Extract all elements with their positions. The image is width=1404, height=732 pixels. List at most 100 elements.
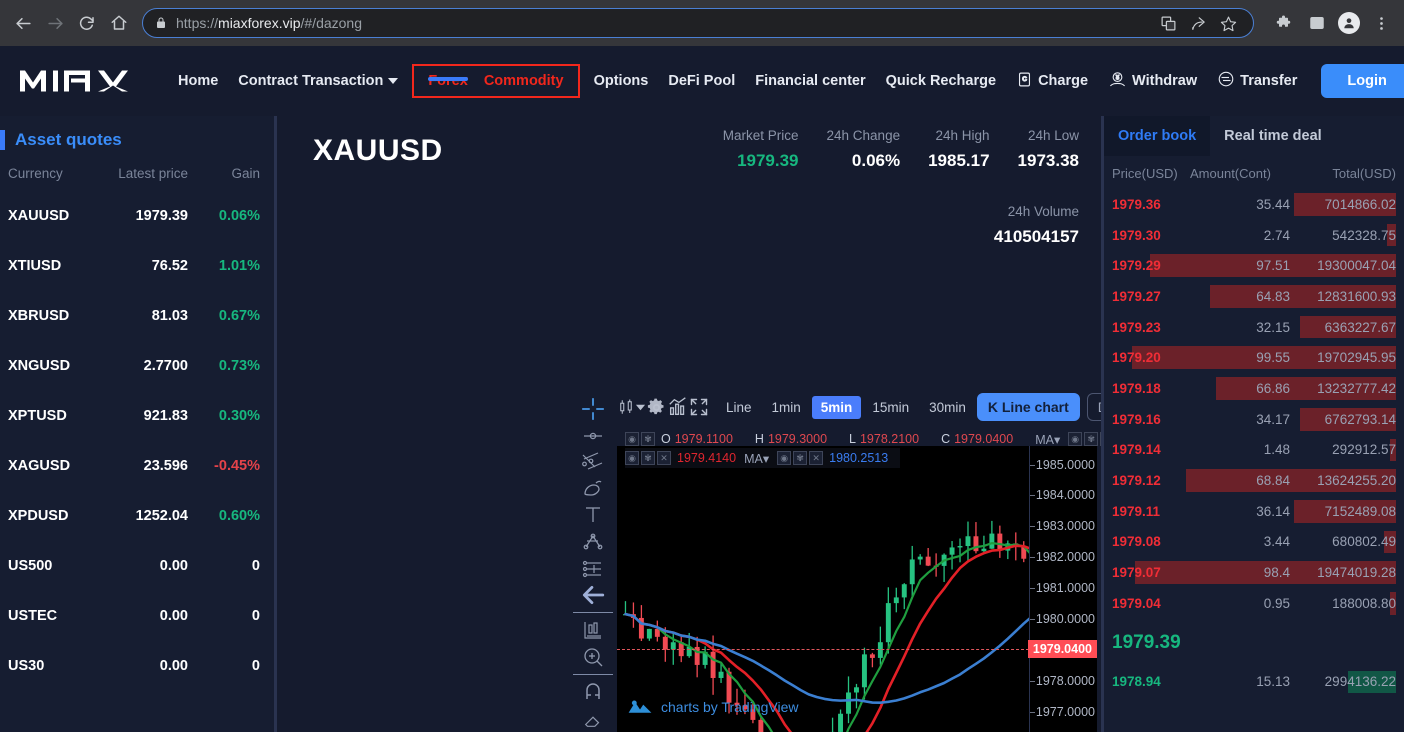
share-icon[interactable] (1185, 10, 1211, 36)
stat-24h-high: 24h High 1985.17 (914, 128, 1003, 171)
home-button[interactable] (104, 8, 134, 38)
nav-item-withdraw[interactable]: ¥ Withdraw (1098, 46, 1207, 116)
quote-row[interactable]: USTEC 0.00 0 (0, 591, 274, 641)
ask-row[interactable]: 1979.20 99.55 19702945.95 (1104, 342, 1404, 373)
k-line-chart-button[interactable]: K Line chart (976, 393, 1080, 421)
magnet-icon[interactable] (571, 679, 615, 706)
legend-settings-icon[interactable]: ✾ (641, 451, 655, 465)
forward-button[interactable] (40, 8, 70, 38)
column-header-latest-price: Latest price (118, 166, 188, 181)
candlestick-style-icon[interactable] (617, 392, 635, 422)
legend-visibility-icon[interactable]: ◉ (1068, 432, 1083, 446)
column-header-total: Total(USD) (1332, 166, 1396, 181)
ask-row[interactable]: 1979.27 64.83 12831600.93 (1104, 281, 1404, 312)
timeframe-line[interactable]: Line (717, 396, 761, 419)
legend-close-icon[interactable]: ✕ (809, 451, 824, 465)
reload-button[interactable] (72, 8, 102, 38)
ask-row[interactable]: 1979.04 0.95 188008.80 (1104, 588, 1404, 619)
timeframe-15min[interactable]: 15min (863, 396, 918, 419)
nav-item-financial-center[interactable]: Financial center (745, 46, 875, 116)
trendline-icon[interactable] (571, 423, 615, 450)
quote-row[interactable]: XTIUSD 76.52 1.01% (0, 241, 274, 291)
chevron-down-icon (388, 78, 399, 84)
star-icon[interactable] (1215, 10, 1241, 36)
stat-label: Market Price (722, 128, 799, 143)
ask-row[interactable]: 1979.23 32.15 6363227.67 (1104, 312, 1404, 343)
legend-visibility-icon[interactable]: ◉ (777, 451, 792, 465)
ohlc-key: L (849, 432, 856, 446)
long-position-icon[interactable] (571, 555, 615, 582)
nav-item-transfer[interactable]: Transfer (1207, 46, 1307, 116)
ma-dropdown-1[interactable]: MA▾ (1035, 432, 1060, 447)
profile-avatar-icon[interactable] (1334, 8, 1364, 38)
login-button[interactable]: Login (1321, 64, 1404, 98)
ask-row[interactable]: 1979.18 66.86 13232777.42 (1104, 373, 1404, 404)
depth-chart-button[interactable]: Depth chart (1086, 393, 1101, 421)
quote-row[interactable]: US500 0.00 0 (0, 541, 274, 591)
arrow-left-icon[interactable] (571, 582, 615, 609)
ask-row[interactable]: 1979.14 1.48 292912.57 (1104, 435, 1404, 466)
timeframe-30min[interactable]: 30min (920, 396, 975, 419)
quote-row[interactable]: XAUUSD 1979.39 0.06% (0, 191, 274, 241)
indicators-chart-icon[interactable] (667, 392, 689, 422)
candlestick-chart[interactable]: 1985.0000 1984.0000 1983.0000 1982.0000 1981… (617, 446, 1097, 732)
translate-icon[interactable] (1155, 10, 1181, 36)
axis-tick: 1977.0000 (1029, 704, 1095, 719)
ask-row[interactable]: 1979.29 97.51 19300047.04 (1104, 250, 1404, 281)
zoom-in-icon[interactable] (571, 644, 615, 671)
legend-close-icon[interactable]: ✕ (657, 451, 671, 465)
puzzle-icon[interactable] (1270, 8, 1300, 38)
quote-row[interactable]: XPTUSD 921.83 0.30% (0, 391, 274, 441)
bid-row[interactable]: 1978.94 15.13 2994136.22 (1104, 667, 1404, 698)
ask-row[interactable]: 1979.11 36.14 7152489.08 (1104, 496, 1404, 527)
ask-row[interactable]: 1979.36 35.44 7014866.02 (1104, 189, 1404, 220)
nav-item-quick-recharge[interactable]: Quick Recharge (876, 46, 1006, 116)
crosshair-icon[interactable] (571, 396, 615, 423)
measure-icon[interactable] (571, 617, 615, 644)
miax-logo[interactable] (18, 61, 168, 101)
nav-item-commodity[interactable]: Commodity (476, 73, 572, 89)
quote-row[interactable]: XPDUSD 1252.04 0.60% (0, 491, 274, 541)
quote-currency: XNGUSD (8, 358, 71, 374)
legend-visibility-icon[interactable]: ◉ (625, 432, 639, 446)
text-icon[interactable] (571, 502, 615, 529)
ask-row[interactable]: 1979.08 3.44 680802.49 (1104, 527, 1404, 558)
timeframe-5min[interactable]: 5min (811, 395, 862, 419)
eraser-icon[interactable] (571, 705, 615, 732)
back-button[interactable] (8, 8, 38, 38)
pitchfork-icon[interactable] (571, 529, 615, 556)
ma-dropdown-3[interactable]: MA▾ (744, 451, 769, 466)
nav-item-forex[interactable]: Forex (420, 73, 476, 89)
chevron-down-icon[interactable] (635, 392, 646, 422)
quote-row[interactable]: XNGUSD 2.7700 0.73% (0, 341, 274, 391)
legend-settings-icon[interactable]: ✾ (641, 432, 655, 446)
brush-icon[interactable] (571, 476, 615, 503)
nav-item-charge[interactable]: C Charge (1006, 46, 1098, 116)
price-axis[interactable]: 1985.0000 1984.0000 1983.0000 1982.0000 1981… (1027, 446, 1097, 732)
side-panel-icon[interactable] (1302, 8, 1332, 38)
fullscreen-icon[interactable] (689, 392, 709, 422)
tab-real-time-deal[interactable]: Real time deal (1210, 116, 1336, 156)
legend-visibility-icon[interactable]: ◉ (625, 451, 639, 465)
three-dot-menu-icon[interactable] (1366, 8, 1396, 38)
nav-item-defi-pool[interactable]: DeFi Pool (658, 46, 745, 116)
nav-item-options[interactable]: Options (584, 46, 659, 116)
tradingview-watermark[interactable]: charts by TradingView (627, 698, 798, 716)
timeframe-1min[interactable]: 1min (763, 396, 810, 419)
ask-row[interactable]: 1979.07 98.4 19474019.28 (1104, 557, 1404, 588)
gear-icon[interactable] (646, 392, 667, 422)
legend-settings-icon[interactable]: ✾ (1084, 432, 1099, 446)
ask-row[interactable]: 1979.16 34.17 6762793.14 (1104, 404, 1404, 435)
quote-row[interactable]: XAGUSD 23.596 -0.45% (0, 441, 274, 491)
tab-order-book[interactable]: Order book (1104, 116, 1211, 156)
ask-row[interactable]: 1979.12 68.84 13624255.20 (1104, 465, 1404, 496)
address-bar[interactable]: https://miaxforex.vip/#/dazong (142, 8, 1254, 38)
nav-item-home[interactable]: Home (168, 46, 228, 116)
quote-row[interactable]: XBRUSD 81.03 0.67% (0, 291, 274, 341)
nav-item-contract-transaction[interactable]: Contract Transaction (228, 46, 408, 116)
parallel-channel-icon[interactable] (571, 449, 615, 476)
ask-row[interactable]: 1979.30 2.74 542328.75 (1104, 220, 1404, 251)
legend-close-icon[interactable]: ✕ (1100, 432, 1101, 446)
legend-settings-icon[interactable]: ✾ (793, 451, 808, 465)
quote-row[interactable]: US30 0.00 0 (0, 641, 274, 691)
